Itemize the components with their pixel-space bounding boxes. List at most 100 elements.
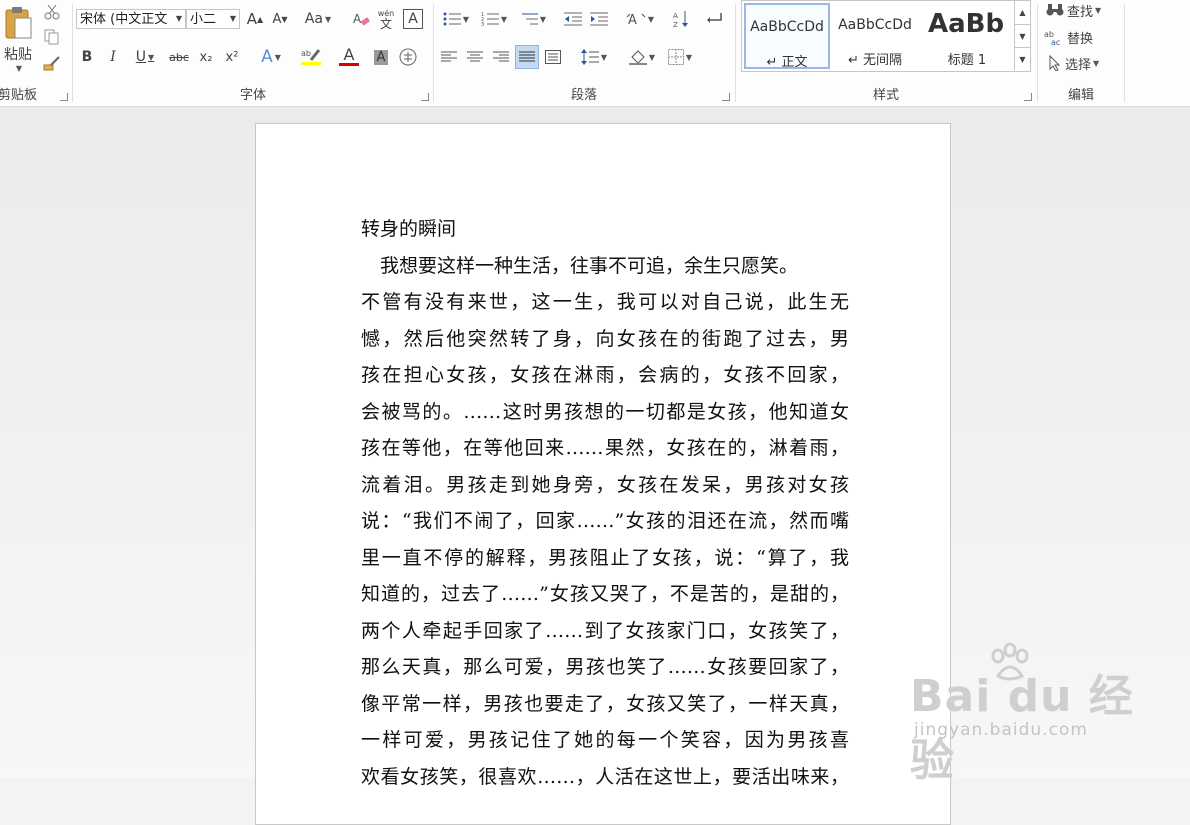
increase-indent-button[interactable] <box>588 9 610 29</box>
character-shading-icon: A <box>373 49 389 65</box>
paragraph-group-label: 段落 <box>570 88 597 103</box>
font-color-icon: A <box>343 44 355 64</box>
bullets-button[interactable]: ▼ <box>438 9 474 29</box>
document-body[interactable]: 转身的瞬间 我想要这样一种生活，往事不可追，余生只愿笑。 不管有没有来世，这一生，… <box>361 211 849 795</box>
decrease-indent-icon <box>564 12 582 26</box>
ribbon: 粘贴 ▼ 剪贴板 宋体 (中文正文 ▼ 小二 ▼ A ▲ A ▼ Aa ▼ A … <box>0 0 1190 107</box>
sort-button[interactable]: AZ <box>670 9 692 29</box>
highlight-button[interactable]: ab <box>293 44 329 68</box>
document-line: 会被骂的。……这时男孩想的一切都是女孩，他知道女 <box>361 400 849 423</box>
document-line: 里一直不停的解释，男孩阻止了女孩，说：“算了，我 <box>361 546 849 569</box>
font-group-label: 字体 <box>239 88 266 103</box>
select-button[interactable]: 选择 ▼ <box>1048 53 1099 73</box>
character-shading-button[interactable]: A <box>371 46 391 68</box>
format-painter-button[interactable] <box>42 54 62 74</box>
numbering-button[interactable]: 1 2 3 ▼ <box>476 9 512 29</box>
align-left-button[interactable] <box>438 46 460 68</box>
paint-bucket-icon <box>628 50 647 65</box>
strikethrough-button[interactable]: abc <box>167 46 191 68</box>
styles-dialog-launcher[interactable] <box>1024 93 1032 101</box>
justify-button[interactable] <box>515 45 539 69</box>
text-effects-button[interactable]: A ▼ <box>253 46 289 68</box>
asian-layout-button[interactable]: A ▼ <box>622 9 658 29</box>
svg-text:A: A <box>353 12 362 26</box>
cut-button[interactable] <box>42 2 62 22</box>
character-border-icon: A <box>408 11 418 27</box>
document-line: 憾，然后他突然转了身，向女孩在的街跑了过去，男 <box>361 327 849 350</box>
clear-formatting-button[interactable]: A <box>351 9 371 29</box>
document-line: 那么天真，那么可爱，男孩也笑了……女孩要回家了， <box>361 656 849 678</box>
enclose-characters-button[interactable] <box>397 46 419 68</box>
borders-button[interactable]: ▼ <box>662 46 698 68</box>
align-right-button[interactable] <box>490 46 512 68</box>
watermark-url: jingyan.baidu.com <box>914 720 1088 740</box>
chevron-down-icon[interactable]: ▼ <box>227 10 239 28</box>
multilevel-list-button[interactable]: ▼ <box>515 9 551 29</box>
paragraph-dialog-launcher[interactable] <box>722 93 730 101</box>
superscript-icon: x² <box>225 49 239 65</box>
svg-text:A: A <box>673 12 678 20</box>
bullets-icon <box>443 12 461 26</box>
change-case-button[interactable]: Aa ▼ <box>301 9 335 29</box>
document-line: 孩在担心女孩，女孩在淋雨，会病的，女孩不回家， <box>361 364 849 386</box>
decrease-indent-button[interactable] <box>562 9 584 29</box>
distributed-button[interactable] <box>542 46 564 68</box>
line-spacing-button[interactable]: ▼ <box>576 46 612 68</box>
document-line: 知道的，过去了……”女孩又哭了，不是苦的，是甜的， <box>361 583 849 605</box>
bold-button[interactable]: B <box>77 46 97 68</box>
svg-text:ab: ab <box>301 49 311 58</box>
underline-button[interactable]: U ▼ <box>128 46 162 68</box>
eraser-icon: A <box>353 12 370 26</box>
superscript-button[interactable]: x² <box>221 46 243 68</box>
numbering-icon: 123 <box>481 12 499 26</box>
multilevel-list-icon <box>521 13 538 25</box>
format-painter-icon <box>43 56 60 71</box>
font-name-combo[interactable]: 宋体 (中文正文 ▼ <box>76 9 186 29</box>
svg-text:3: 3 <box>481 22 484 26</box>
font-dialog-launcher[interactable] <box>421 93 429 101</box>
copy-button[interactable] <box>42 27 62 47</box>
paragraph-mark-icon <box>707 13 722 23</box>
document-canvas: 转身的瞬间 我想要这样一种生活，往事不可追，余生只愿笑。 不管有没有来世，这一生，… <box>0 107 1190 825</box>
binoculars-icon <box>1046 4 1064 16</box>
font-color-button[interactable]: A <box>331 44 367 68</box>
line-spacing-icon <box>580 49 599 65</box>
chevron-down-icon[interactable]: ▼ <box>173 10 185 28</box>
text-effects-icon: A <box>261 47 273 67</box>
cursor-arrow-icon <box>1049 55 1061 71</box>
shading-button[interactable]: ▼ <box>624 46 660 68</box>
svg-text:Z: Z <box>673 21 678 28</box>
select-label: 选择 <box>1065 57 1092 73</box>
clipboard-group: 粘贴 ▼ 剪贴板 <box>0 0 72 106</box>
character-border-button[interactable]: A <box>403 9 423 29</box>
align-center-button[interactable] <box>464 46 486 68</box>
replace-button[interactable]: ab ac 替换 <box>1044 27 1093 47</box>
find-button[interactable]: 查找 ▼ <box>1046 0 1101 20</box>
replace-label: 替换 <box>1067 31 1094 47</box>
subscript-icon: x₂ <box>199 49 213 65</box>
document-line: 欢看女孩笑，很喜欢……，人活在这世上，要活出味来， <box>361 765 849 788</box>
asian-layout-icon: A <box>626 13 646 27</box>
baidu-jingyan-watermark: Bai du 经验 jingyan.baidu.com <box>910 642 1150 786</box>
show-marks-button[interactable] <box>704 9 726 29</box>
italic-button[interactable]: I <box>103 46 123 68</box>
paste-label: 粘贴 <box>4 46 32 63</box>
borders-icon <box>667 49 684 65</box>
clipboard-dialog-launcher[interactable] <box>60 93 68 101</box>
increase-indent-icon <box>590 12 608 26</box>
paste-button[interactable]: 粘贴 ▼ <box>0 0 36 78</box>
subscript-button[interactable]: x₂ <box>195 46 217 68</box>
document-line: 一样可爱，男孩记住了她的每一个笑容，因为男孩喜 <box>361 729 849 751</box>
font-size-combo[interactable]: 小二 ▼ <box>186 9 240 29</box>
font-group: 宋体 (中文正文 ▼ 小二 ▼ A ▲ A ▼ Aa ▼ A wén 文 A B I … <box>73 0 433 106</box>
document-page[interactable]: 转身的瞬间 我想要这样一种生活，往事不可追，余生只愿笑。 不管有没有来世，这一生，… <box>255 123 951 825</box>
paste-dropdown-icon[interactable]: ▼ <box>16 64 22 73</box>
shrink-font-button[interactable]: A ▼ <box>270 9 290 29</box>
group-separator <box>1124 4 1125 102</box>
document-line: 孩在等他，在等他回来……果然，女孩在的，淋着雨， <box>361 437 849 459</box>
change-case-icon: Aa <box>304 11 323 27</box>
grow-font-button[interactable]: A ▲ <box>245 9 265 29</box>
phonetic-guide-button[interactable]: wén 文 <box>376 7 396 31</box>
font-color-swatch <box>339 62 359 66</box>
svg-text:ac: ac <box>1051 38 1060 45</box>
